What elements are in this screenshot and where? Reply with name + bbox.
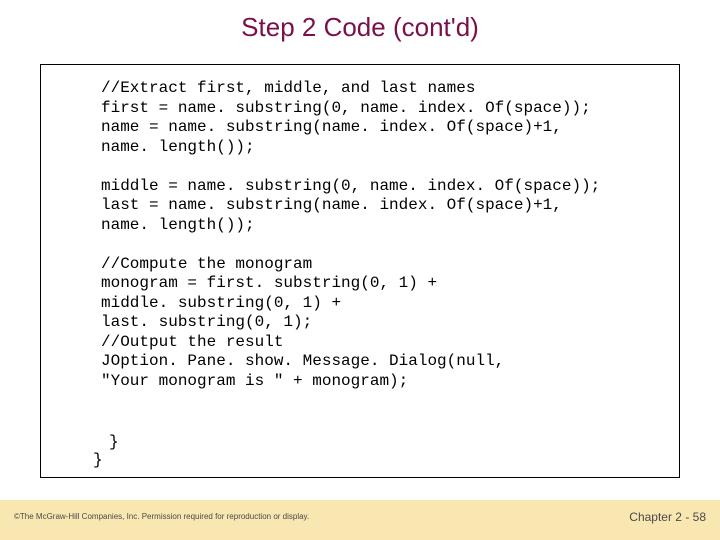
footer-page: Chapter 2 - 58 xyxy=(629,510,706,524)
code-box: //Extract first, middle, and last names … xyxy=(40,64,680,478)
code-block: //Extract first, middle, and last names … xyxy=(101,79,665,391)
slide-title: Step 2 Code (cont'd) xyxy=(0,0,720,51)
brace-inner: } xyxy=(109,433,119,453)
brace-outer: } xyxy=(93,451,103,471)
footer-copyright: ©The McGraw-Hill Companies, Inc. Permiss… xyxy=(14,512,309,521)
slide: Step 2 Code (cont'd) //Extract first, mi… xyxy=(0,0,720,540)
footer: ©The McGraw-Hill Companies, Inc. Permiss… xyxy=(0,500,720,540)
